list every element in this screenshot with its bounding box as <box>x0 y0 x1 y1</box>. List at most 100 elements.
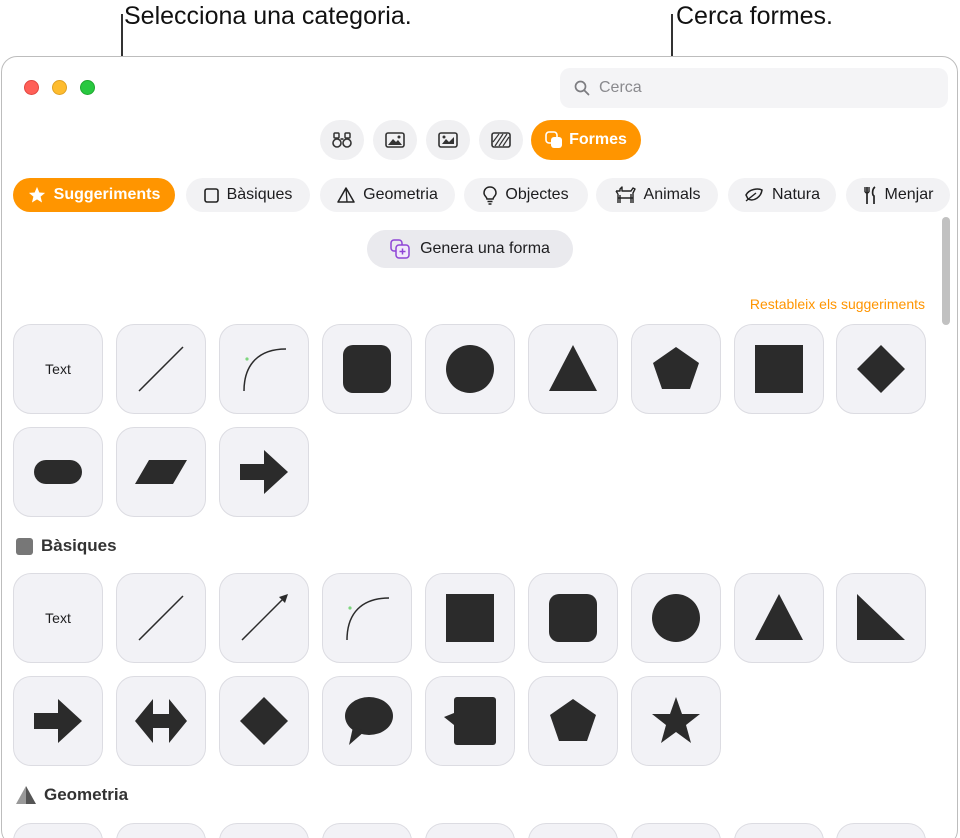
category-objects[interactable]: Objectes <box>464 178 588 212</box>
category-bar: Suggeriments Bàsiques Geometria Objectes <box>2 178 957 214</box>
shape-tile[interactable] <box>528 823 618 838</box>
diamond-shape <box>857 345 905 393</box>
shape-tile-curve[interactable] <box>219 324 309 414</box>
category-food-label: Menjar <box>884 186 934 203</box>
category-basics-label: Bàsiques <box>226 186 293 203</box>
shape-tile-speech-bubble[interactable] <box>322 676 412 766</box>
shape-tile[interactable] <box>631 823 721 838</box>
circle-shape <box>446 345 494 393</box>
shape-tile-arrow-line[interactable] <box>219 573 309 663</box>
star-shape <box>652 697 700 743</box>
shapes-button[interactable]: Formes <box>531 120 641 160</box>
category-geometry-label: Geometria <box>363 186 438 203</box>
line-shape <box>138 595 184 641</box>
shape-tile-double-arrow[interactable] <box>116 676 206 766</box>
shape-tile[interactable] <box>219 823 309 838</box>
pyramid-icon <box>337 186 355 203</box>
minimize-window-button[interactable] <box>52 80 67 95</box>
rounded-square-shape <box>343 345 391 393</box>
shape-tile-pentagon[interactable] <box>631 324 721 414</box>
image-button[interactable] <box>373 120 417 160</box>
shape-tile-star[interactable] <box>631 676 721 766</box>
shapes-window: Formes Suggeriments Bàsiques Geometria <box>1 56 958 838</box>
category-suggestions[interactable]: Suggeriments <box>13 178 175 212</box>
fork-knife-icon <box>863 185 876 204</box>
shape-tile-square[interactable] <box>425 573 515 663</box>
shape-tile-callout-square[interactable] <box>425 676 515 766</box>
shape-tile-diamond[interactable] <box>219 676 309 766</box>
generate-shape-label: Genera una forma <box>420 240 550 257</box>
media-button[interactable] <box>426 120 470 160</box>
diamond-shape <box>240 697 288 745</box>
shape-tile-text[interactable]: Text <box>13 573 103 663</box>
magnifying-glass-icon <box>574 80 590 96</box>
section-title-basics: Bàsiques <box>41 536 117 555</box>
speech-bubble-shape <box>345 697 393 745</box>
shape-tile-right-triangle[interactable] <box>836 573 926 663</box>
generate-shape-icon <box>390 239 410 259</box>
binoculars-button[interactable] <box>320 120 364 160</box>
pattern-button[interactable] <box>479 120 523 160</box>
square-shape <box>755 345 803 393</box>
shape-tile-line[interactable] <box>116 573 206 663</box>
shape-tile-arrow[interactable] <box>13 676 103 766</box>
callout-search-shapes: Cerca formes. <box>676 2 833 30</box>
category-basics[interactable]: Bàsiques <box>186 178 310 212</box>
shape-tile-square[interactable] <box>734 324 824 414</box>
shape-tile-circle[interactable] <box>631 573 721 663</box>
shape-tile-circle[interactable] <box>425 324 515 414</box>
shape-tile-triangle[interactable] <box>734 573 824 663</box>
square-shape <box>446 594 494 642</box>
reset-suggestions-link[interactable]: Restableix els suggeriments <box>750 296 925 312</box>
shape-tile-text[interactable]: Text <box>13 324 103 414</box>
shape-tile-line[interactable] <box>116 324 206 414</box>
curve-shape <box>346 597 390 641</box>
shape-tile-pill[interactable] <box>13 427 103 517</box>
shape-tile[interactable] <box>13 823 103 838</box>
vertical-scrollbar[interactable] <box>940 213 952 813</box>
category-nature[interactable]: Natura <box>728 178 836 212</box>
pentagon-shape <box>653 347 699 389</box>
square-icon <box>16 537 33 555</box>
close-window-button[interactable] <box>24 80 39 95</box>
shape-tile-pentagon[interactable] <box>528 676 618 766</box>
category-animals[interactable]: Animals <box>596 178 718 212</box>
shape-tile[interactable] <box>734 823 824 838</box>
shape-tile[interactable] <box>322 823 412 838</box>
shape-tile-parallelogram[interactable] <box>116 427 206 517</box>
category-geometry[interactable]: Geometria <box>320 178 455 212</box>
category-nature-label: Natura <box>771 186 821 203</box>
leaf-icon <box>745 188 763 202</box>
right-triangle-shape <box>857 594 905 640</box>
pill-shape <box>34 460 82 484</box>
shape-tile-rounded-square[interactable] <box>322 324 412 414</box>
binoculars-icon <box>332 132 352 148</box>
search-field[interactable] <box>560 68 948 108</box>
shape-tile-curve[interactable] <box>322 573 412 663</box>
shape-tile-rounded-square[interactable] <box>528 573 618 663</box>
shape-tile-arrow[interactable] <box>219 427 309 517</box>
arrow-shape <box>240 450 288 494</box>
section-header-geometry: Geometria <box>16 785 128 805</box>
text-shape-label: Text <box>45 361 71 377</box>
shape-tile[interactable] <box>116 823 206 838</box>
square-icon <box>203 187 219 203</box>
pyramid-icon <box>16 786 36 804</box>
arrow-shape <box>34 699 82 743</box>
category-objects-label: Objectes <box>505 186 569 203</box>
scrollbar-thumb[interactable] <box>942 217 950 325</box>
generate-shape-button[interactable]: Genera una forma <box>367 230 573 268</box>
curve-shape <box>243 348 287 392</box>
category-food[interactable]: Menjar <box>846 178 950 212</box>
maximize-window-button[interactable] <box>80 80 95 95</box>
circle-shape <box>652 594 700 642</box>
dog-icon <box>614 186 636 203</box>
shape-tile-triangle[interactable] <box>528 324 618 414</box>
shape-tile-diamond[interactable] <box>836 324 926 414</box>
search-input[interactable] <box>599 79 899 97</box>
shape-tile[interactable] <box>425 823 515 838</box>
arrow-line-shape <box>241 594 288 641</box>
shapes-icon <box>545 131 563 148</box>
rounded-square-shape <box>549 594 597 642</box>
shape-tile[interactable] <box>836 823 926 838</box>
